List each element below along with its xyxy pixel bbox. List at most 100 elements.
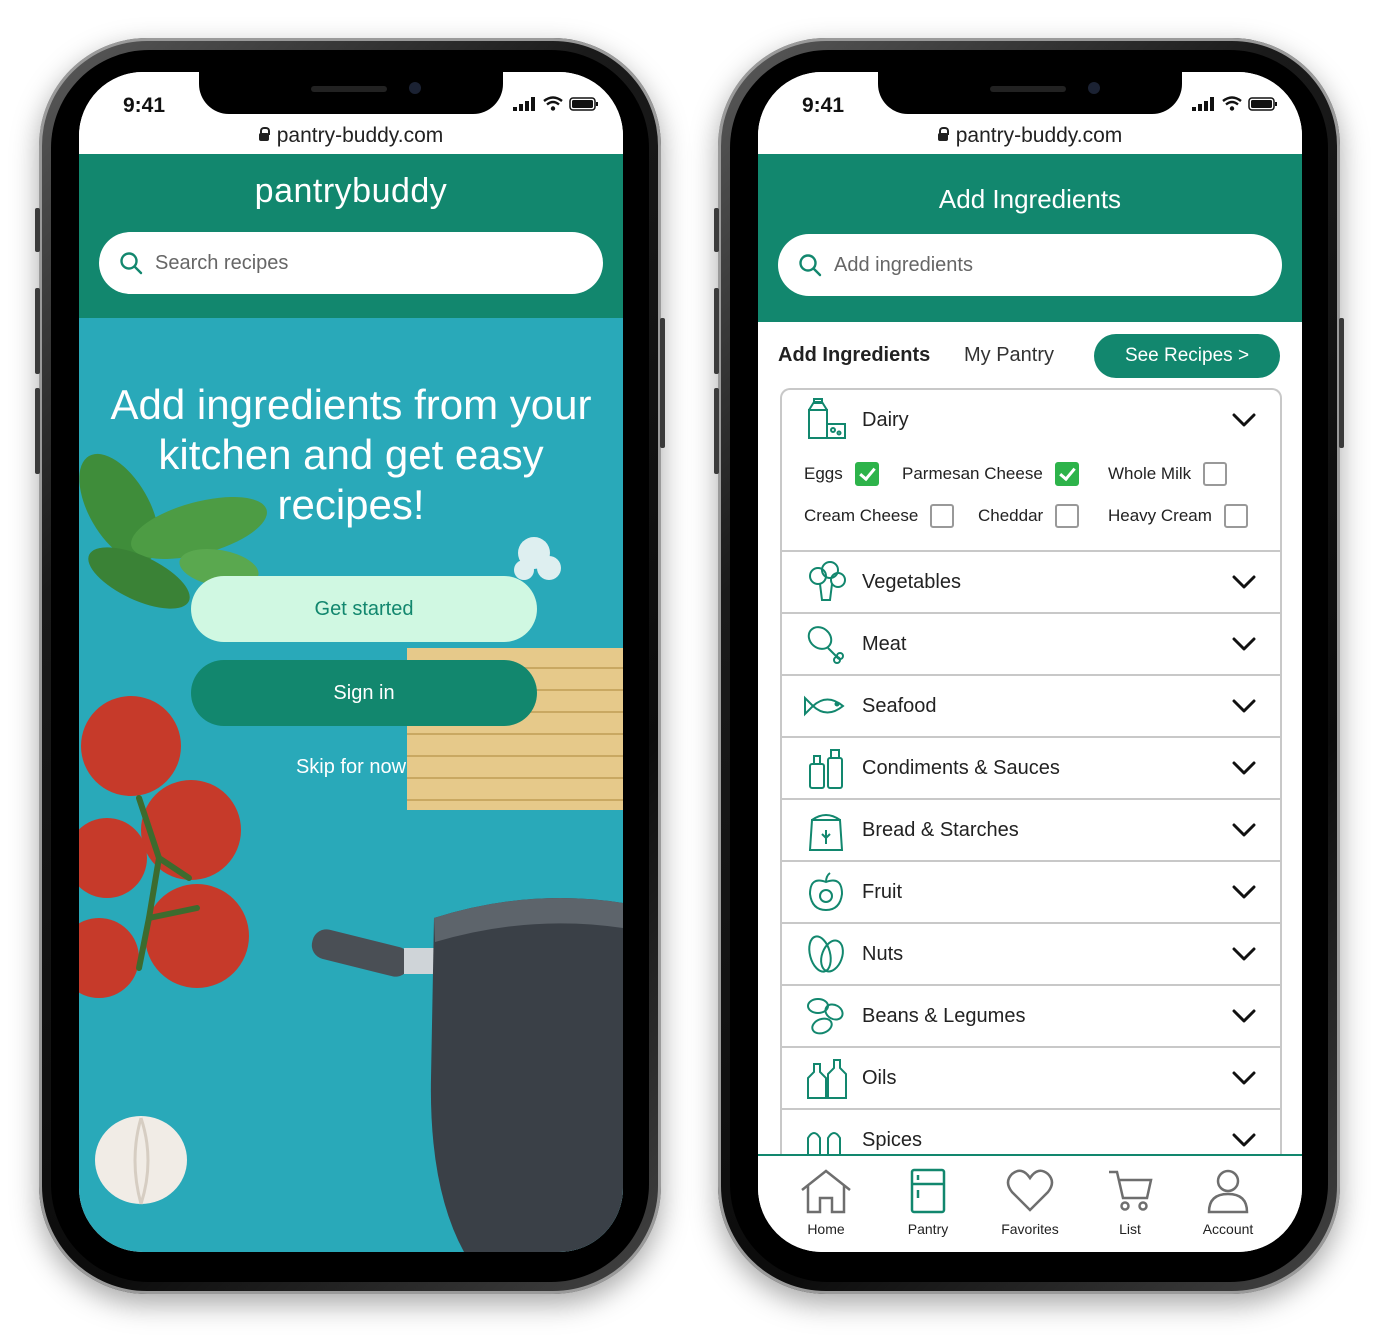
category-label: Fruit: [862, 880, 902, 903]
ingredient-parmesan-cheese[interactable]: Parmesan Cheese: [902, 462, 1079, 486]
url-bar[interactable]: pantry-buddy.com: [79, 124, 623, 148]
wifi-icon: [1222, 96, 1242, 111]
notch: [199, 72, 503, 114]
ingredient-cheddar[interactable]: Cheddar: [978, 504, 1080, 528]
chevron-down-icon[interactable]: [1232, 823, 1256, 837]
drumstick-icon: [802, 622, 850, 666]
oil-bottles-icon: [802, 1056, 850, 1100]
category-meat[interactable]: Meat: [782, 612, 1280, 674]
category-seafood[interactable]: Seafood: [782, 674, 1280, 736]
chevron-down-icon[interactable]: [1232, 1071, 1256, 1085]
category-label: Dairy: [862, 408, 909, 431]
volume-up-button: [714, 288, 719, 374]
category-label: Nuts: [862, 942, 904, 965]
tomatoes: [79, 696, 249, 998]
chevron-up-icon[interactable]: [1232, 413, 1256, 427]
landing-screen: 9:41 pantry-buddy.com pantrybuddy Search…: [79, 72, 623, 1252]
category-label: Seafood: [862, 694, 937, 717]
tab-add-ingredients[interactable]: Add Ingredients: [778, 344, 930, 367]
status-icons: [513, 96, 599, 111]
checkbox-unchecked[interactable]: [1223, 504, 1248, 528]
chevron-down-icon[interactable]: [1232, 1133, 1256, 1147]
url-text: pantry-buddy.com: [955, 124, 1123, 147]
see-recipes-button[interactable]: See Recipes >: [1094, 334, 1280, 378]
flour-bag-icon: [802, 808, 850, 852]
ingredients-header: Add Ingredients Add ingredients: [758, 154, 1302, 322]
signal-icon: [513, 97, 535, 111]
checkbox-checked[interactable]: [1054, 462, 1079, 486]
chevron-down-icon[interactable]: [1232, 761, 1256, 775]
category-fruit[interactable]: Fruit: [782, 860, 1280, 922]
status-time: 9:41: [123, 94, 166, 117]
chevron-down-icon[interactable]: [1232, 885, 1256, 899]
user-icon: [1207, 1169, 1249, 1214]
category-bread-starches[interactable]: Bread & Starches: [782, 798, 1280, 860]
category-label: Spices: [862, 1128, 923, 1151]
dairy-items: Eggs Parmesan Cheese Whole Milk Cream Ch…: [782, 450, 1280, 550]
status-bar: 9:41 pantry-buddy.com: [79, 72, 623, 154]
category-list[interactable]: Dairy Eggs Parmesan Cheese Whole Milk Cr…: [780, 388, 1282, 1156]
tab-label: Pantry: [907, 1221, 949, 1237]
volume-up-button: [35, 288, 40, 374]
tab-my-pantry[interactable]: My Pantry: [964, 344, 1054, 367]
almond-icon: [802, 932, 850, 976]
url-bar[interactable]: pantry-buddy.com: [758, 124, 1302, 148]
checkbox-unchecked[interactable]: [930, 504, 955, 528]
url-text: pantry-buddy.com: [276, 124, 444, 147]
tab-bar-top: Add Ingredients My Pantry See Recipes >: [778, 334, 1282, 378]
status-bar: 9:41 pantry-buddy.com: [758, 72, 1302, 154]
tab-label: Favorites: [1001, 1221, 1059, 1237]
tab-list[interactable]: List: [1080, 1168, 1180, 1237]
category-dairy-header[interactable]: Dairy: [782, 390, 1280, 450]
battery-icon: [1248, 97, 1277, 111]
category-oils[interactable]: Oils: [782, 1046, 1280, 1108]
category-beans-legumes[interactable]: Beans & Legumes: [782, 984, 1280, 1046]
checkbox-unchecked[interactable]: [1203, 462, 1228, 486]
ingredients-screen: 9:41 pantry-buddy.com Add Ingredients Ad…: [758, 72, 1302, 1252]
lock-icon: [258, 127, 270, 141]
shakers-icon: [802, 1118, 850, 1156]
ingredient-label: Eggs: [804, 464, 843, 483]
tab-label: Home: [807, 1221, 845, 1237]
ingredient-eggs[interactable]: Eggs: [804, 462, 879, 486]
skip-for-now-link[interactable]: Skip for now: [79, 756, 623, 779]
category-label: Condiments & Sauces: [862, 756, 1060, 779]
checkbox-unchecked[interactable]: [1055, 504, 1080, 528]
bottles-icon: [802, 746, 850, 790]
chevron-down-icon[interactable]: [1232, 699, 1256, 713]
power-button: [660, 318, 665, 448]
page-title: Add Ingredients: [938, 184, 1122, 214]
tab-favorites[interactable]: Favorites: [980, 1168, 1080, 1237]
category-condiments-sauces[interactable]: Condiments & Sauces: [782, 736, 1280, 798]
garlic: [95, 1116, 187, 1205]
volume-down-button: [35, 388, 40, 474]
ingredient-heavy-cream[interactable]: Heavy Cream: [1108, 504, 1248, 528]
add-ingredients-input[interactable]: Add ingredients: [778, 234, 1282, 296]
hero-section: Add ingredients from your kitchen and ge…: [79, 318, 623, 1252]
tab-pantry[interactable]: Pantry: [878, 1168, 978, 1237]
phone-landing: 9:41 pantry-buddy.com pantrybuddy Search…: [35, 38, 665, 1294]
chevron-down-icon[interactable]: [1232, 575, 1256, 589]
chevron-down-icon[interactable]: [1232, 1009, 1256, 1023]
search-placeholder: Search recipes: [155, 251, 289, 274]
category-vegetables[interactable]: Vegetables: [782, 550, 1280, 612]
tab-home[interactable]: Home: [776, 1168, 876, 1237]
notch: [878, 72, 1182, 114]
ingredient-whole-milk[interactable]: Whole Milk: [1108, 462, 1228, 486]
category-label: Oils: [862, 1066, 897, 1089]
ingredient-cream-cheese[interactable]: Cream Cheese: [804, 504, 955, 528]
heart-icon: [1006, 1169, 1054, 1212]
category-spices[interactable]: Spices: [782, 1108, 1280, 1156]
chevron-down-icon[interactable]: [1232, 947, 1256, 961]
checkbox-checked[interactable]: [854, 462, 879, 486]
tab-account[interactable]: Account: [1178, 1168, 1278, 1237]
battery-icon: [569, 97, 598, 111]
sign-in-button[interactable]: Sign in: [191, 660, 537, 726]
fish-icon: [802, 691, 850, 721]
search-placeholder: Add ingredients: [834, 253, 973, 276]
category-nuts[interactable]: Nuts: [782, 922, 1280, 984]
ingredient-label: Cheddar: [978, 506, 1044, 525]
chevron-down-icon[interactable]: [1232, 637, 1256, 651]
search-recipes-input[interactable]: Search recipes: [99, 232, 603, 294]
get-started-button[interactable]: Get started: [191, 576, 537, 642]
